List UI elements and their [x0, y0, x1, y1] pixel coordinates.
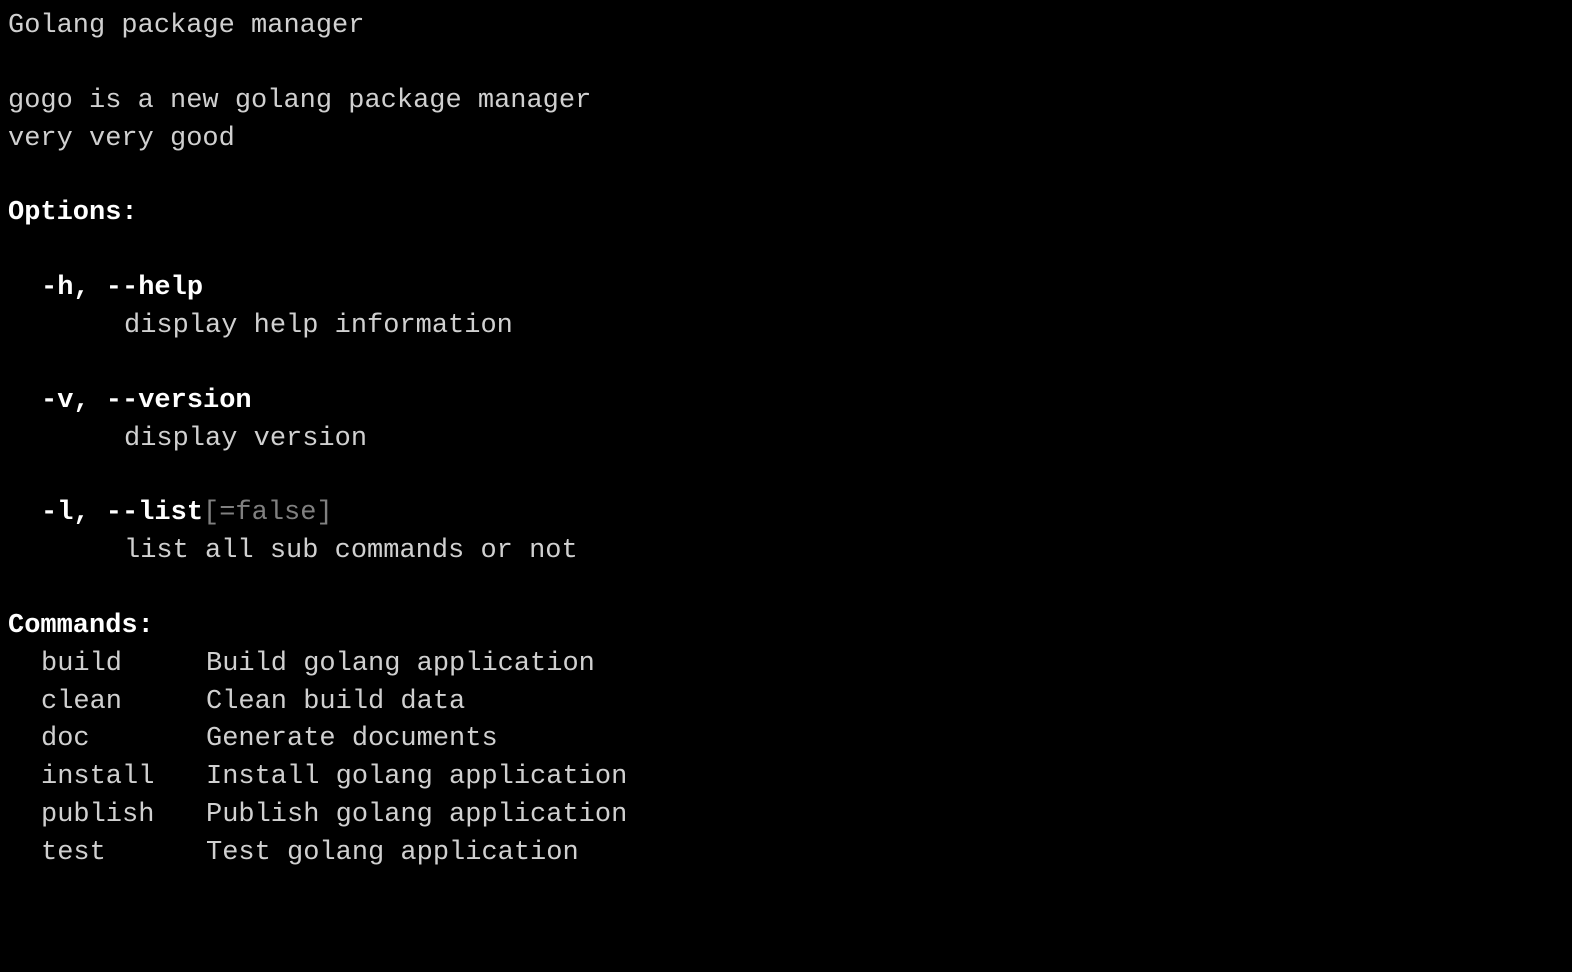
description-line-2: very very good [8, 121, 1564, 159]
option-help-flags-text: -h, --help [41, 273, 203, 303]
command-doc-name: doc [41, 721, 206, 759]
command-install: installInstall golang application [8, 759, 1564, 797]
command-clean: cleanClean build data [8, 684, 1564, 722]
commands-header: Commands: [8, 608, 1564, 646]
option-list: -l, --list[=false] list all sub commands… [8, 495, 1564, 571]
command-test: testTest golang application [8, 835, 1564, 873]
option-help: -h, --help display help information [8, 270, 1564, 346]
command-publish: publishPublish golang application [8, 797, 1564, 835]
command-publish-name: publish [41, 797, 206, 835]
command-install-name: install [41, 759, 206, 797]
option-list-default: [=false] [203, 498, 333, 528]
option-list-desc: list all sub commands or not [8, 533, 1564, 571]
command-doc: docGenerate documents [8, 721, 1564, 759]
option-version-flags: -v, --version [8, 383, 1564, 421]
app-title: Golang package manager [8, 8, 1564, 46]
option-version: -v, --version display version [8, 383, 1564, 459]
option-list-flags-text: -l, --list [41, 498, 203, 528]
command-clean-desc: Clean build data [206, 687, 465, 717]
command-build-desc: Build golang application [206, 649, 595, 679]
option-help-flags: -h, --help [8, 270, 1564, 308]
command-test-desc: Test golang application [206, 838, 579, 868]
options-header: Options: [8, 195, 1564, 233]
command-build-name: build [41, 646, 206, 684]
option-version-flags-text: -v, --version [41, 386, 252, 416]
description-line-1: gogo is a new golang package manager [8, 83, 1564, 121]
command-build: buildBuild golang application [8, 646, 1564, 684]
app-description: gogo is a new golang package manager ver… [8, 83, 1564, 159]
option-list-flags: -l, --list[=false] [8, 495, 1564, 533]
command-clean-name: clean [41, 684, 206, 722]
command-test-name: test [41, 835, 206, 873]
command-doc-desc: Generate documents [206, 724, 498, 754]
command-publish-desc: Publish golang application [206, 800, 627, 830]
command-install-desc: Install golang application [206, 762, 627, 792]
option-version-desc: display version [8, 421, 1564, 459]
option-help-desc: display help information [8, 308, 1564, 346]
